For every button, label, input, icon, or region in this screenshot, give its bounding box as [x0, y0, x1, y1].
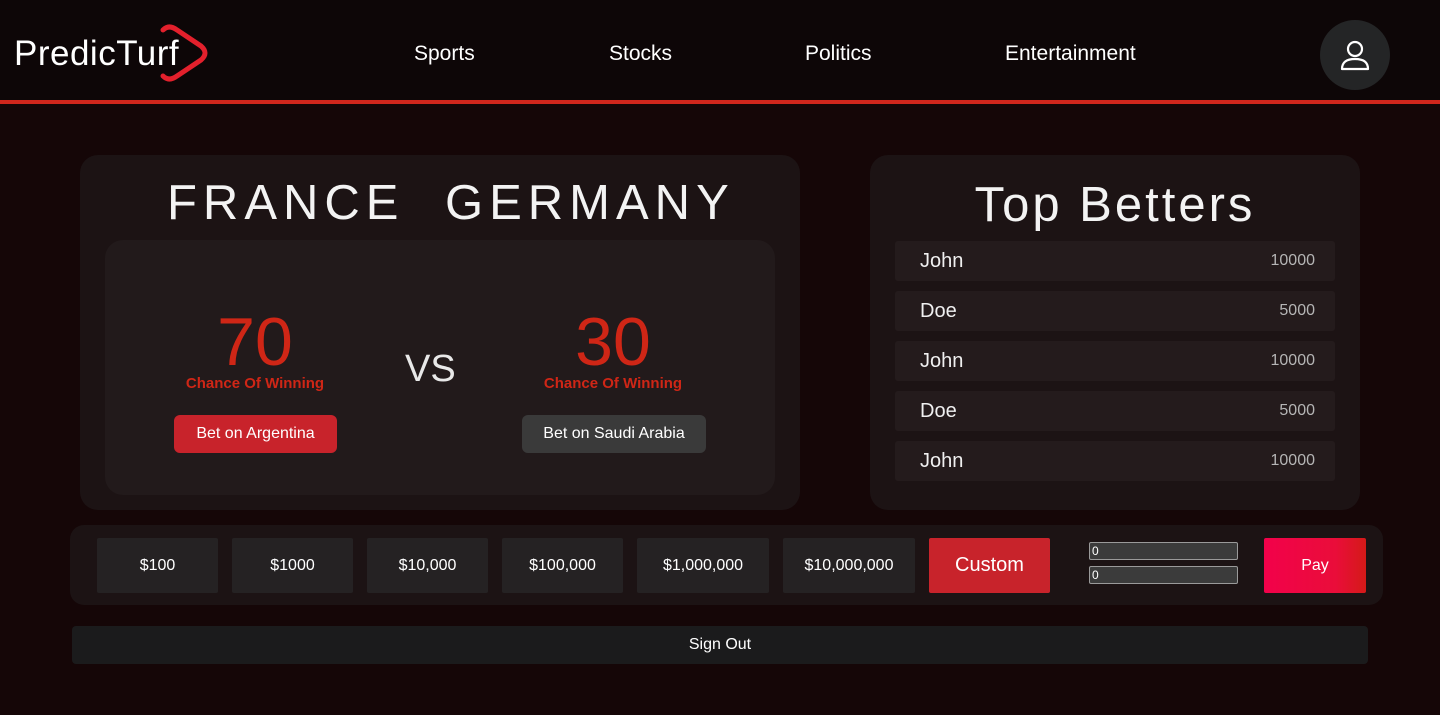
bet-team-a-button[interactable]: Bet on Argentina: [174, 415, 337, 453]
amount-10000000-button[interactable]: $10,000,000: [783, 538, 915, 593]
amount-1000-button[interactable]: $1000: [232, 538, 353, 593]
amount-input-2[interactable]: [1089, 566, 1238, 584]
better-name: Doe: [920, 400, 957, 422]
sign-out-button[interactable]: Sign Out: [72, 626, 1368, 664]
team-a-name: FRANCE: [167, 176, 405, 230]
better-score: 10000: [1270, 452, 1316, 469]
amount-10000-button[interactable]: $10,000: [367, 538, 488, 593]
team-b-name: GERMANY: [445, 176, 735, 230]
better-row: John 10000: [895, 441, 1335, 481]
nav-entertainment[interactable]: Entertainment: [1005, 42, 1136, 66]
logo[interactable]: PredicTurf: [10, 18, 210, 88]
top-betters-panel: Top Betters John 10000 Doe 5000 John 100…: [870, 155, 1360, 510]
amount-1000000-button[interactable]: $1,000,000: [637, 538, 769, 593]
amount-bar: $100 $1000 $10,000 $100,000 $1,000,000 $…: [70, 525, 1383, 605]
better-score: 5000: [1279, 302, 1315, 319]
vs-label: VS: [405, 348, 456, 390]
nav-sports[interactable]: Sports: [414, 42, 475, 66]
header: PredicTurf Sports Stocks Politics Entert…: [0, 0, 1440, 100]
match-panel: FRANCE GERMANY 70 Chance Of Winning VS 3…: [80, 155, 800, 510]
team-b-chance-label: Chance Of Winning: [543, 375, 683, 392]
team-a-chance: 70: [217, 304, 293, 380]
user-icon: [1340, 40, 1370, 71]
team-a-chance-label: Chance Of Winning: [185, 375, 325, 392]
better-row: Doe 5000: [895, 291, 1335, 331]
better-name: Doe: [920, 300, 957, 322]
pay-button[interactable]: Pay: [1264, 538, 1366, 593]
logo-text: PredicTurf: [14, 34, 180, 73]
top-betters-title: Top Betters: [974, 178, 1256, 232]
better-row: John 10000: [895, 341, 1335, 381]
better-name: John: [920, 350, 964, 372]
team-b-chance: 30: [575, 304, 651, 380]
better-score: 5000: [1279, 402, 1315, 419]
match-card: 70 Chance Of Winning VS 30 Chance Of Win…: [105, 240, 775, 495]
better-name: John: [920, 450, 964, 472]
better-score: 10000: [1270, 252, 1316, 269]
nav-politics[interactable]: Politics: [805, 42, 872, 66]
bet-team-b-button[interactable]: Bet on Saudi Arabia: [522, 415, 706, 453]
better-row: Doe 5000: [895, 391, 1335, 431]
header-divider: [0, 100, 1440, 104]
nav-stocks[interactable]: Stocks: [609, 42, 672, 66]
better-name: John: [920, 250, 964, 272]
profile-button[interactable]: [1320, 20, 1390, 90]
better-row: John 10000: [895, 241, 1335, 281]
amount-input-1[interactable]: [1089, 542, 1238, 560]
custom-amount-button[interactable]: Custom: [929, 538, 1050, 593]
amount-100-button[interactable]: $100: [97, 538, 218, 593]
amount-100000-button[interactable]: $100,000: [502, 538, 623, 593]
better-score: 10000: [1270, 352, 1316, 369]
